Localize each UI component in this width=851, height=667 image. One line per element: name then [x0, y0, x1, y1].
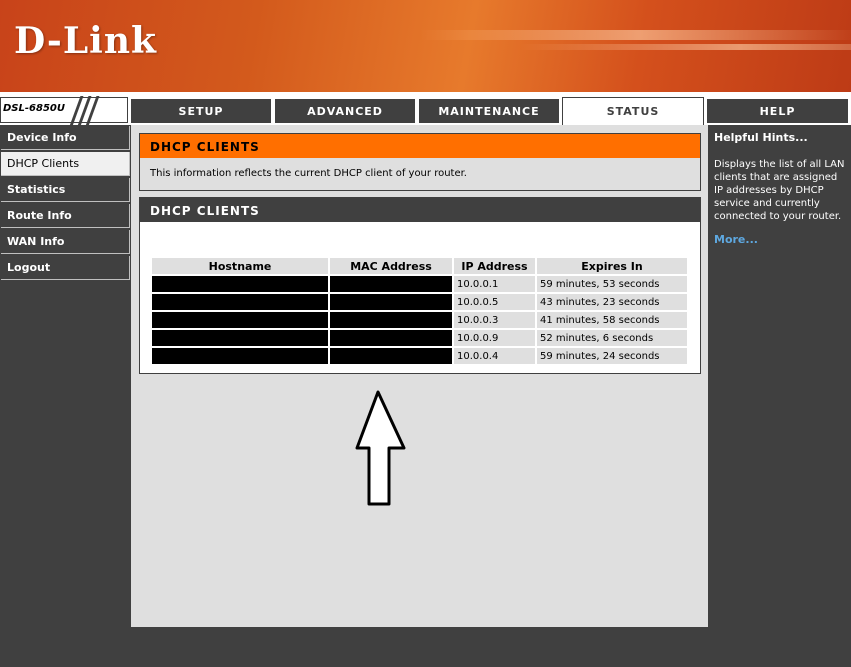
main-content: DHCP CLIENTS This information reflects t… [131, 125, 708, 627]
tab-maintenance[interactable]: MAINTENANCE [419, 99, 559, 123]
up-arrow-annotation-icon [355, 390, 406, 506]
table-header-row: Hostname MAC Address IP Address Expires … [152, 258, 687, 274]
column-header-hostname: Hostname [152, 258, 328, 274]
sidebar-item-route-info[interactable]: Route Info [1, 204, 130, 228]
model-name: DSL-6850U [3, 103, 65, 114]
sidebar-item-logout[interactable]: Logout [1, 256, 130, 280]
sidebar-item-statistics[interactable]: Statistics [1, 178, 130, 202]
info-section: DHCP CLIENTS This information reflects t… [139, 133, 701, 191]
hostname-redacted [152, 294, 328, 310]
help-panel: Helpful Hints... Displays the list of al… [708, 125, 851, 627]
info-section-title: DHCP CLIENTS [140, 134, 700, 158]
ip-cell: 10.0.0.9 [454, 330, 535, 346]
sidebar: Device Info DHCP Clients Statistics Rout… [0, 125, 131, 627]
dhcp-clients-table: Hostname MAC Address IP Address Expires … [150, 256, 689, 366]
table-row: 10.0.0.3 41 minutes, 58 seconds [152, 312, 687, 328]
banner-streak [420, 30, 851, 40]
mac-redacted [330, 312, 452, 328]
tab-setup[interactable]: SETUP [131, 99, 271, 123]
expires-cell: 52 minutes, 6 seconds [537, 330, 687, 346]
expires-cell: 59 minutes, 24 seconds [537, 348, 687, 364]
help-heading: Helpful Hints... [714, 131, 808, 144]
mac-redacted [330, 276, 452, 292]
expires-cell: 59 minutes, 53 seconds [537, 276, 687, 292]
sidebar-item-wan-info[interactable]: WAN Info [1, 230, 130, 254]
column-header-ip: IP Address [454, 258, 535, 274]
info-section-text: This information reflects the current DH… [150, 168, 467, 179]
hostname-redacted [152, 348, 328, 364]
table-row: 10.0.0.4 59 minutes, 24 seconds [152, 348, 687, 364]
dlink-logo: D-Link [14, 20, 157, 62]
tab-advanced[interactable]: ADVANCED [275, 99, 415, 123]
expires-cell: 41 minutes, 58 seconds [537, 312, 687, 328]
dhcp-clients-title: DHCP CLIENTS [140, 198, 700, 222]
hostname-redacted [152, 312, 328, 328]
model-label-box: DSL-6850U [0, 96, 128, 126]
hostname-redacted [152, 330, 328, 346]
footer [0, 627, 851, 667]
tab-status[interactable]: STATUS [562, 97, 704, 125]
sidebar-item-dhcp-clients[interactable]: DHCP Clients [1, 152, 130, 176]
hostname-redacted [152, 276, 328, 292]
help-text: Displays the list of all LAN clients tha… [714, 159, 845, 222]
table-row: 10.0.0.1 59 minutes, 53 seconds [152, 276, 687, 292]
table-row: 10.0.0.5 43 minutes, 23 seconds [152, 294, 687, 310]
banner-streak [520, 44, 851, 50]
column-header-mac: MAC Address [330, 258, 452, 274]
sidebar-item-device-info[interactable]: Device Info [1, 126, 130, 150]
mac-redacted [330, 348, 452, 364]
ip-cell: 10.0.0.5 [454, 294, 535, 310]
table-row: 10.0.0.9 52 minutes, 6 seconds [152, 330, 687, 346]
mac-redacted [330, 330, 452, 346]
ip-cell: 10.0.0.1 [454, 276, 535, 292]
ip-cell: 10.0.0.4 [454, 348, 535, 364]
ip-cell: 10.0.0.3 [454, 312, 535, 328]
tab-help[interactable]: HELP [707, 99, 848, 123]
column-header-expires: Expires In [537, 258, 687, 274]
expires-cell: 43 minutes, 23 seconds [537, 294, 687, 310]
mac-redacted [330, 294, 452, 310]
dhcp-clients-section: DHCP CLIENTS Hostname MAC Address IP Add… [139, 197, 701, 374]
header-banner: D-Link [0, 0, 851, 92]
help-more-link[interactable]: More... [714, 233, 845, 246]
